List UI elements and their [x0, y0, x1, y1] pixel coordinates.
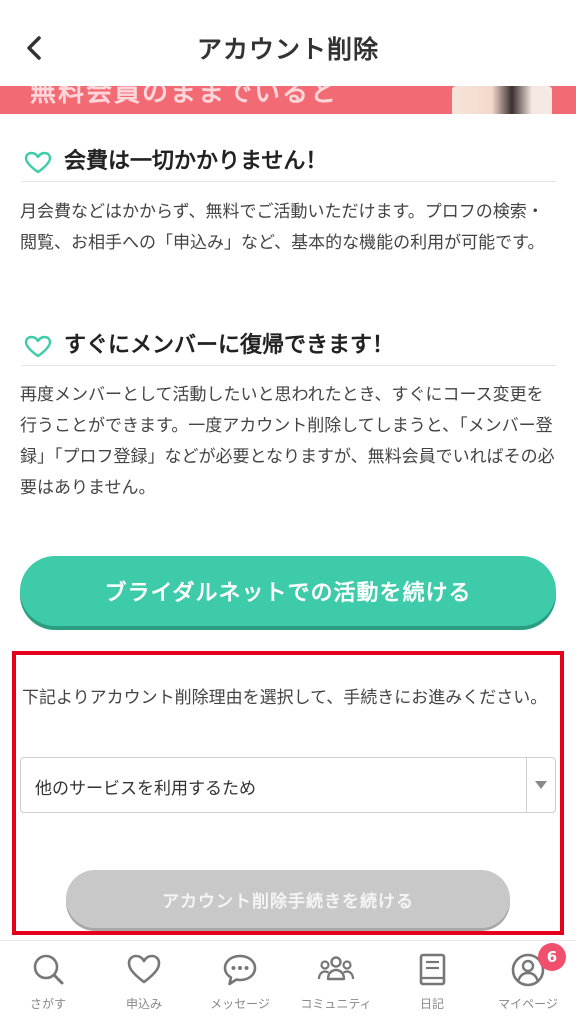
- banner-text: 無料会員のままでいると: [30, 86, 339, 108]
- tab-label: マイページ: [498, 997, 558, 1011]
- tab-mypage[interactable]: マイページ 6: [480, 941, 576, 1024]
- tab-messages[interactable]: メッセージ: [192, 941, 288, 1024]
- reason-select[interactable]: 他のサービスを利用するため: [20, 757, 556, 813]
- heart-icon: [24, 335, 52, 358]
- section-heading: すぐにメンバーに復帰できます！: [22, 326, 556, 366]
- continue-deletion-label: アカウント削除手続きを続ける: [162, 891, 414, 912]
- diary-icon: [419, 953, 446, 986]
- reason-select-value: 他のサービスを利用するため: [35, 779, 256, 799]
- section-title: すぐにメンバーに復帰できます！: [64, 333, 395, 358]
- tab-label: コミュニティ: [300, 997, 372, 1011]
- message-icon: [223, 954, 257, 986]
- continue-activity-button[interactable]: ブライダルネットでの活動を続ける: [20, 556, 556, 626]
- tab-applications[interactable]: 申込み: [96, 941, 192, 1024]
- bottom-tab-bar: さがす 申込み メッセージ コミュニティ 日記 マイページ 6: [0, 940, 576, 1024]
- community-icon: [317, 956, 355, 981]
- page-title: アカウント削除: [196, 35, 379, 64]
- section-title: 会費は一切かかりません！: [64, 149, 328, 174]
- promo-banner: 無料会員のままでいると: [0, 86, 576, 114]
- tab-label: 日記: [419, 997, 444, 1011]
- continue-deletion-button[interactable]: アカウント削除手続きを続ける: [66, 870, 510, 928]
- dropdown-arrow-icon: [535, 781, 547, 789]
- notification-badge: 6: [538, 943, 566, 971]
- section-body: 再度メンバーとして活動したいと思われたとき、すぐにコース変更を行うことができます…: [20, 385, 555, 498]
- tab-label: メッセージ: [210, 997, 270, 1011]
- banner-photo: [452, 86, 552, 114]
- select-divider: [526, 758, 527, 812]
- heart-icon: [127, 954, 161, 984]
- reason-instruction: 下記よりアカウント削除理由を選択して、手続きにお進みください。: [22, 688, 548, 708]
- section-heading: 会費は一切かかりません！: [22, 142, 556, 182]
- tab-label: さがす: [29, 997, 66, 1011]
- section-body: 月会費などはかからず、無料でご活動いただけます。プロフの検索・閲覧、お相手への「…: [20, 202, 545, 253]
- header: アカウント削除: [0, 0, 576, 86]
- tab-label: 申込み: [125, 997, 162, 1011]
- search-icon: [33, 954, 64, 985]
- tab-search[interactable]: さがす: [0, 941, 96, 1024]
- tab-community[interactable]: コミュニティ: [288, 941, 384, 1024]
- tab-diary[interactable]: 日記: [384, 941, 480, 1024]
- continue-activity-label: ブライダルネットでの活動を続ける: [104, 581, 472, 606]
- heart-icon: [24, 151, 52, 174]
